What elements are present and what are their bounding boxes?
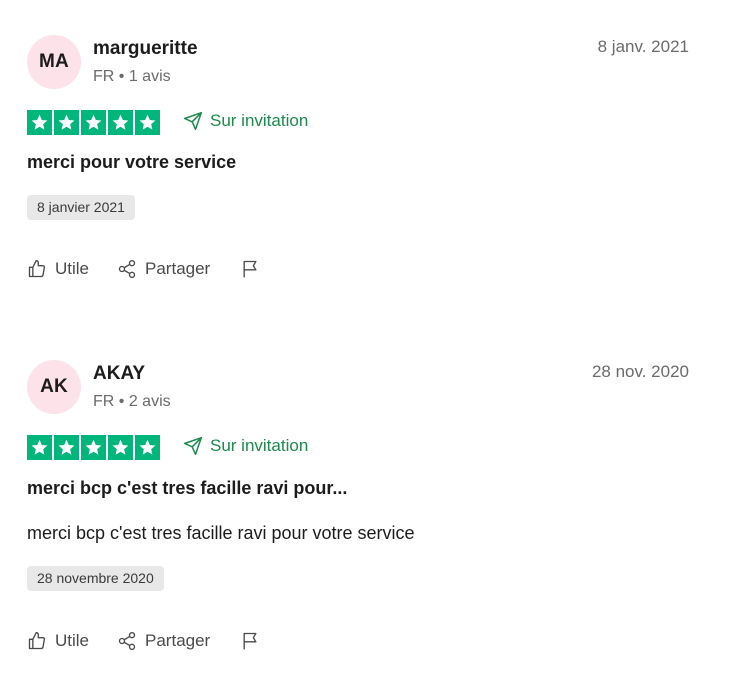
thumbs-up-icon <box>28 632 46 650</box>
star-icon <box>81 110 106 135</box>
share-icon <box>118 260 136 278</box>
review-date: 8 janv. 2021 <box>597 37 689 56</box>
star-icon <box>108 435 133 460</box>
flag-icon <box>243 632 257 650</box>
star-icon <box>54 435 79 460</box>
review-title[interactable]: merci pour votre service <box>27 152 236 173</box>
useful-button[interactable]: Utile <box>27 259 89 279</box>
review-body: merci bcp c'est tres facille ravi pour v… <box>27 523 415 543</box>
star-icon <box>54 110 79 135</box>
review-date: 28 nov. 2020 <box>591 362 689 381</box>
share-label: Partager <box>145 259 211 278</box>
star-icon <box>81 435 106 460</box>
reviewer-name[interactable]: AKAY <box>93 363 145 385</box>
star-rating <box>27 110 160 135</box>
invitation-badge[interactable]: Sur invitation <box>183 111 308 131</box>
invitation-label: Sur invitation <box>210 111 309 130</box>
star-icon <box>27 435 52 460</box>
share-label: Partager <box>145 631 211 650</box>
avatar[interactable]: MA <box>27 35 81 89</box>
share-button[interactable]: Partager <box>117 631 210 651</box>
useful-button[interactable]: Utile <box>27 631 89 651</box>
avatar[interactable]: AK <box>27 360 81 414</box>
share-icon <box>118 632 136 650</box>
experience-date-badge: 28 novembre 2020 <box>27 566 164 591</box>
reviewer-meta: FR • 1 avis <box>93 68 171 85</box>
share-button[interactable]: Partager <box>117 259 210 279</box>
experience-date-badge: 8 janvier 2021 <box>27 195 135 220</box>
invitation-label: Sur invitation <box>210 436 309 455</box>
report-button[interactable] <box>240 631 260 651</box>
send-icon <box>183 436 203 456</box>
star-icon <box>135 110 160 135</box>
invitation-badge[interactable]: Sur invitation <box>183 436 308 456</box>
star-icon <box>27 110 52 135</box>
thumbs-up-icon <box>28 260 46 278</box>
star-rating <box>27 435 160 460</box>
review-actions: Utile Partager <box>27 259 260 279</box>
reviewer-meta: FR • 2 avis <box>93 393 171 410</box>
star-icon <box>108 110 133 135</box>
review-actions: Utile Partager <box>27 631 260 651</box>
star-icon <box>135 435 160 460</box>
report-button[interactable] <box>240 259 260 279</box>
useful-label: Utile <box>55 259 90 278</box>
useful-label: Utile <box>55 631 90 650</box>
send-icon <box>183 111 203 131</box>
flag-icon <box>243 260 257 278</box>
review-title[interactable]: merci bcp c'est tres facille ravi pour..… <box>27 478 347 499</box>
reviewer-name[interactable]: margueritte <box>93 38 198 60</box>
